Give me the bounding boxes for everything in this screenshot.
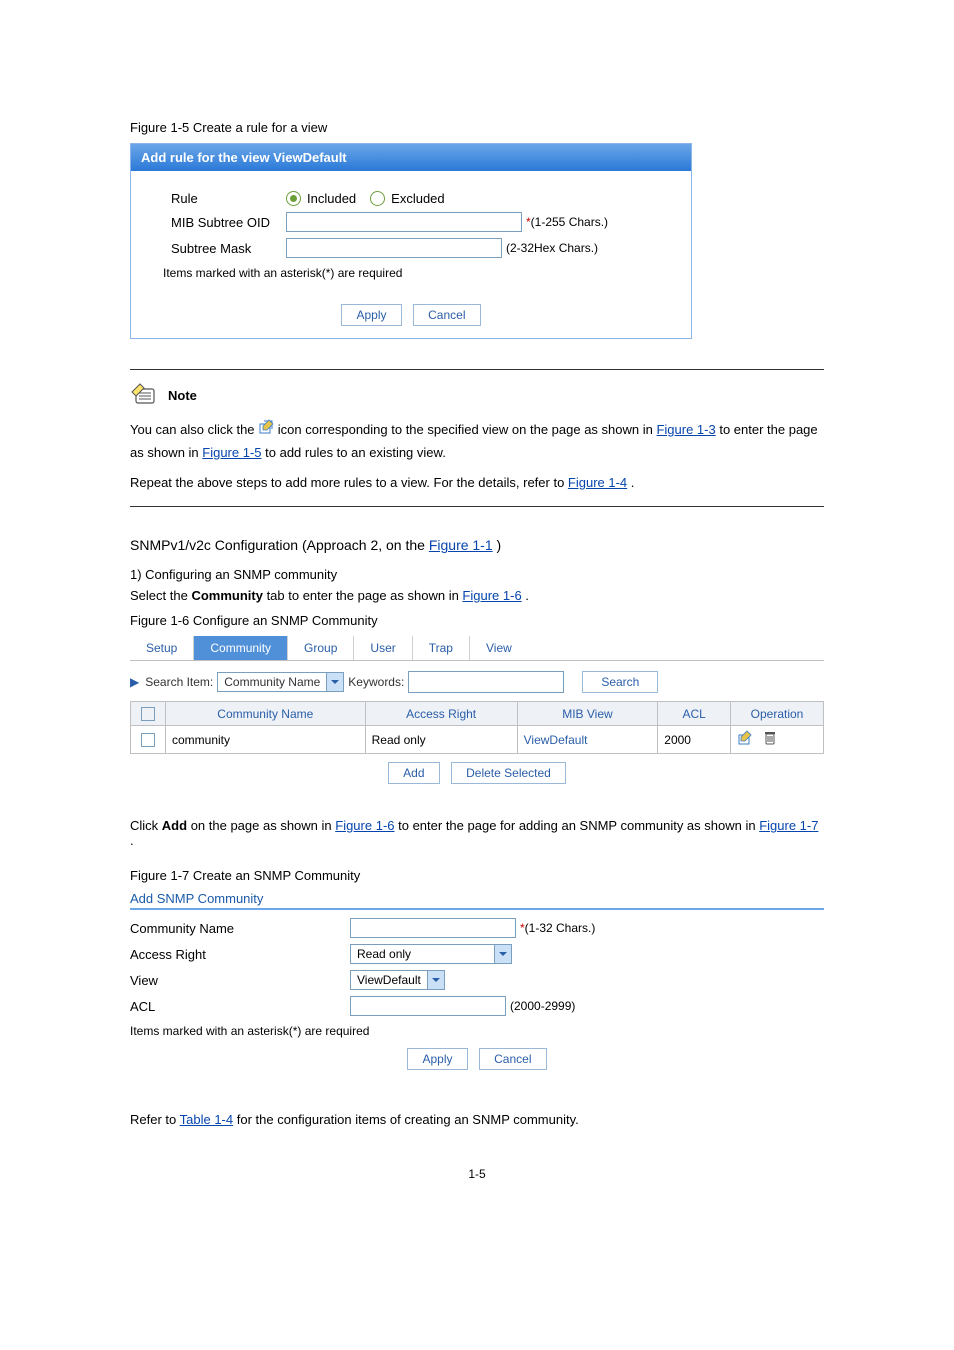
- radio-included[interactable]: [286, 191, 301, 206]
- delete-row-icon[interactable]: [763, 730, 777, 749]
- search-button[interactable]: Search: [582, 671, 658, 693]
- tab-view[interactable]: View: [470, 636, 528, 660]
- figure-6-caption: Figure 1-6 Configure an SNMP Community: [130, 613, 824, 628]
- link-figure-1-1[interactable]: Figure 1-1: [429, 537, 493, 553]
- search-bar: ▶ Search Item: Community Name Keywords: …: [130, 661, 824, 701]
- delete-selected-button[interactable]: Delete Selected: [451, 762, 566, 784]
- community-name-input[interactable]: [350, 918, 516, 938]
- arrow-icon: ▶: [130, 675, 139, 689]
- apply-button-2[interactable]: Apply: [407, 1048, 467, 1070]
- mask-input[interactable]: [286, 238, 502, 258]
- cancel-button[interactable]: Cancel: [413, 304, 480, 326]
- tab-group[interactable]: Group: [288, 636, 354, 660]
- table-row: community Read only ViewDefault 2000: [131, 726, 824, 754]
- note-label: Note: [168, 388, 197, 403]
- community-name-label: Community Name: [130, 921, 350, 936]
- chevron-down-icon: [427, 971, 444, 989]
- community-name-hint: *(1-32 Chars.): [520, 921, 595, 935]
- row-checkbox[interactable]: [141, 733, 155, 747]
- mib-input[interactable]: [286, 212, 522, 232]
- tab-user[interactable]: User: [354, 636, 412, 660]
- radio-included-label: Included: [307, 191, 356, 206]
- access-right-label: Access Right: [130, 947, 350, 962]
- panel-rule: [130, 908, 824, 910]
- step-add-text: Click Add on the page as shown in Figure…: [130, 818, 824, 848]
- rule-radio-group: Included Excluded: [286, 191, 445, 206]
- note-icon: [130, 382, 162, 409]
- col-mib-view: MIB View: [517, 702, 658, 726]
- col-community-name: Community Name: [166, 702, 366, 726]
- panel-title: Add SNMP Community: [130, 891, 824, 906]
- keywords-label: Keywords:: [348, 675, 404, 689]
- tab-setup[interactable]: Setup: [130, 636, 194, 660]
- col-operation: Operation: [731, 702, 824, 726]
- apply-button[interactable]: Apply: [341, 304, 401, 326]
- cancel-button-2[interactable]: Cancel: [479, 1048, 546, 1070]
- radio-excluded[interactable]: [370, 191, 385, 206]
- link-figure-1-7[interactable]: Figure 1-7: [759, 818, 818, 833]
- table-ref-text: Refer to Table 1-4 for the configuration…: [130, 1112, 824, 1127]
- cell-access-right: Read only: [365, 726, 517, 754]
- link-figure-1-6[interactable]: Figure 1-6: [462, 588, 521, 603]
- view-label: View: [130, 973, 350, 988]
- radio-excluded-label: Excluded: [391, 191, 444, 206]
- search-item-select[interactable]: Community Name: [217, 672, 344, 692]
- keywords-input[interactable]: [408, 671, 564, 693]
- link-figure-1-4[interactable]: Figure 1-4: [568, 475, 627, 490]
- note-body: You can also click the icon correspondin…: [130, 419, 824, 494]
- community-table: Community Name Access Right MIB View ACL…: [130, 701, 824, 754]
- chevron-down-icon: [494, 945, 511, 963]
- acl-input[interactable]: [350, 996, 506, 1016]
- rule-label: Rule: [171, 191, 286, 206]
- add-button[interactable]: Add: [388, 762, 439, 784]
- edit-row-icon[interactable]: [737, 730, 753, 749]
- tab-trap[interactable]: Trap: [413, 636, 470, 660]
- step-1-sub: Select the Community tab to enter the pa…: [130, 588, 824, 603]
- link-figure-1-5[interactable]: Figure 1-5: [202, 445, 261, 460]
- select-all-checkbox[interactable]: [141, 707, 155, 721]
- edit-icon: [258, 419, 274, 442]
- required-note-2: Items marked with an asterisk(*) are req…: [130, 1024, 824, 1038]
- figure-7-caption: Figure 1-7 Create an SNMP Community: [130, 868, 824, 883]
- mib-hint: **(1-255 Chars.)(1-255 Chars.): [526, 215, 608, 229]
- tab-community[interactable]: Community: [194, 636, 288, 660]
- mask-hint: (2-32Hex Chars.): [506, 241, 598, 255]
- tab-bar: Setup Community Group User Trap View: [130, 636, 824, 661]
- chevron-down-icon: [326, 673, 343, 691]
- section-heading: SNMPv1/v2c Configuration (Approach 2, on…: [130, 537, 824, 553]
- note-heading: Note: [130, 382, 824, 409]
- figure-5-caption: Figure 1-5 Create a rule for a view: [130, 120, 824, 135]
- access-right-select[interactable]: Read only: [350, 944, 512, 964]
- cell-mib-view[interactable]: ViewDefault: [517, 726, 658, 754]
- mib-label: MIB Subtree OID: [171, 215, 286, 230]
- step-1: 1) Configuring an SNMP community: [130, 567, 824, 582]
- hr: [130, 506, 824, 507]
- cell-community-name: community: [166, 726, 366, 754]
- cell-acl: 2000: [658, 726, 731, 754]
- link-table-1-4[interactable]: Table 1-4: [180, 1112, 233, 1127]
- search-item-label: Search Item:: [145, 675, 213, 689]
- page-number: 1-5: [130, 1167, 824, 1181]
- view-select[interactable]: ViewDefault: [350, 970, 445, 990]
- link-figure-1-3[interactable]: Figure 1-3: [656, 422, 715, 437]
- acl-hint: (2000-2999): [510, 999, 575, 1013]
- mask-label: Subtree Mask: [171, 241, 286, 256]
- hr: [130, 369, 824, 370]
- required-note: Items marked with an asterisk(*) are req…: [163, 266, 671, 280]
- dialog-title: Add rule for the view ViewDefault: [131, 144, 691, 171]
- acl-label: ACL: [130, 999, 350, 1014]
- link-figure-1-6-b[interactable]: Figure 1-6: [335, 818, 394, 833]
- add-rule-dialog: Add rule for the view ViewDefault Rule I…: [130, 143, 692, 339]
- col-access-right: Access Right: [365, 702, 517, 726]
- col-acl: ACL: [658, 702, 731, 726]
